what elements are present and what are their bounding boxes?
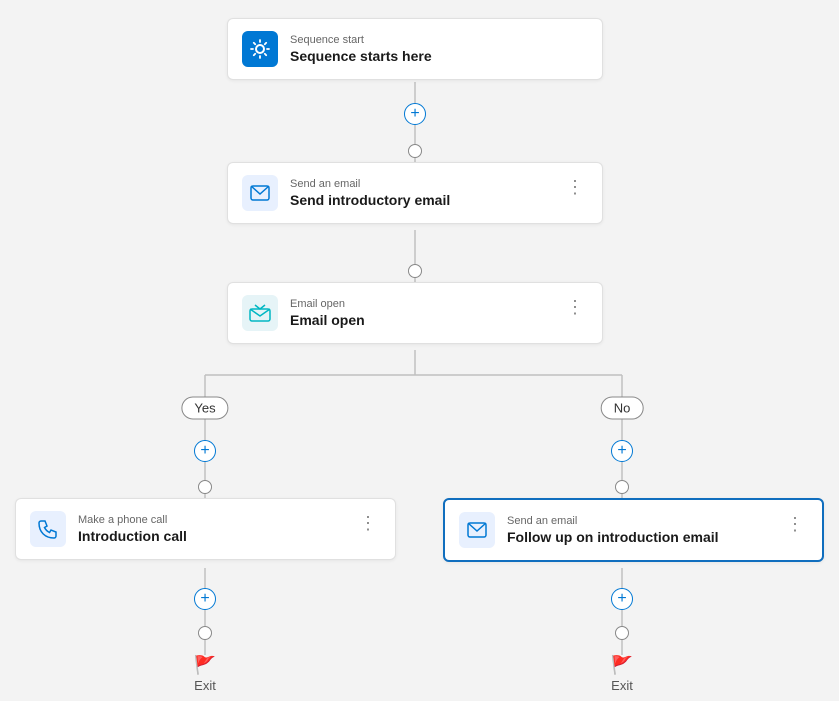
connector-circle-1 xyxy=(408,144,422,158)
follow-up-email-text: Send an email Follow up on introduction … xyxy=(507,515,770,545)
email-open-menu[interactable]: ⋮ xyxy=(562,295,588,320)
phone-call-icon xyxy=(30,511,66,547)
email-open-icon xyxy=(242,295,278,331)
plus-button-left-bottom[interactable]: + xyxy=(194,588,216,610)
follow-up-email-label: Send an email xyxy=(507,515,770,527)
email-open-card[interactable]: Email open Email open ⋮ xyxy=(227,282,603,344)
exit-left-label: Exit xyxy=(194,678,216,693)
sequence-start-label: Sequence start xyxy=(290,34,588,46)
sequence-start-title: Sequence starts here xyxy=(290,48,588,64)
phone-call-title: Introduction call xyxy=(78,528,343,544)
send-email-1-card[interactable]: Send an email Send introductory email ⋮ xyxy=(227,162,603,224)
follow-up-email-icon xyxy=(459,512,495,548)
exit-right-flag: 🚩 xyxy=(611,655,633,676)
email-open-label: Email open xyxy=(290,298,550,310)
exit-right-label: Exit xyxy=(611,678,633,693)
send-email-1-menu[interactable]: ⋮ xyxy=(562,175,588,200)
no-badge: No xyxy=(601,397,644,420)
exit-right: 🚩 Exit xyxy=(611,655,633,693)
sequence-start-text: Sequence start Sequence starts here xyxy=(290,34,588,64)
connector-circle-left xyxy=(198,480,212,494)
phone-call-label: Make a phone call xyxy=(78,514,343,526)
plus-button-no[interactable]: + xyxy=(611,440,633,462)
phone-call-menu[interactable]: ⋮ xyxy=(355,511,381,536)
email-open-title: Email open xyxy=(290,312,550,328)
sequence-start-icon xyxy=(242,31,278,67)
phone-call-text: Make a phone call Introduction call xyxy=(78,514,343,544)
exit-left-flag: 🚩 xyxy=(194,655,216,676)
send-email-1-title: Send introductory email xyxy=(290,192,550,208)
connector-circle-2 xyxy=(408,264,422,278)
phone-call-card[interactable]: Make a phone call Introduction call ⋮ xyxy=(15,498,396,560)
exit-left: 🚩 Exit xyxy=(194,655,216,693)
connector-circle-left-bottom xyxy=(198,626,212,640)
send-email-1-icon xyxy=(242,175,278,211)
yes-badge: Yes xyxy=(181,397,228,420)
follow-up-email-title: Follow up on introduction email xyxy=(507,529,770,545)
follow-up-email-card[interactable]: Send an email Follow up on introduction … xyxy=(443,498,824,562)
workflow-canvas: Sequence start Sequence starts here + Se… xyxy=(0,0,839,701)
plus-button-yes[interactable]: + xyxy=(194,440,216,462)
connector-circle-right xyxy=(615,480,629,494)
plus-button-1[interactable]: + xyxy=(404,103,426,125)
send-email-1-text: Send an email Send introductory email xyxy=(290,178,550,208)
email-open-text: Email open Email open xyxy=(290,298,550,328)
sequence-start-card[interactable]: Sequence start Sequence starts here xyxy=(227,18,603,80)
connector-circle-right-bottom xyxy=(615,626,629,640)
send-email-1-label: Send an email xyxy=(290,178,550,190)
follow-up-email-menu[interactable]: ⋮ xyxy=(782,512,808,537)
plus-button-right-bottom[interactable]: + xyxy=(611,588,633,610)
